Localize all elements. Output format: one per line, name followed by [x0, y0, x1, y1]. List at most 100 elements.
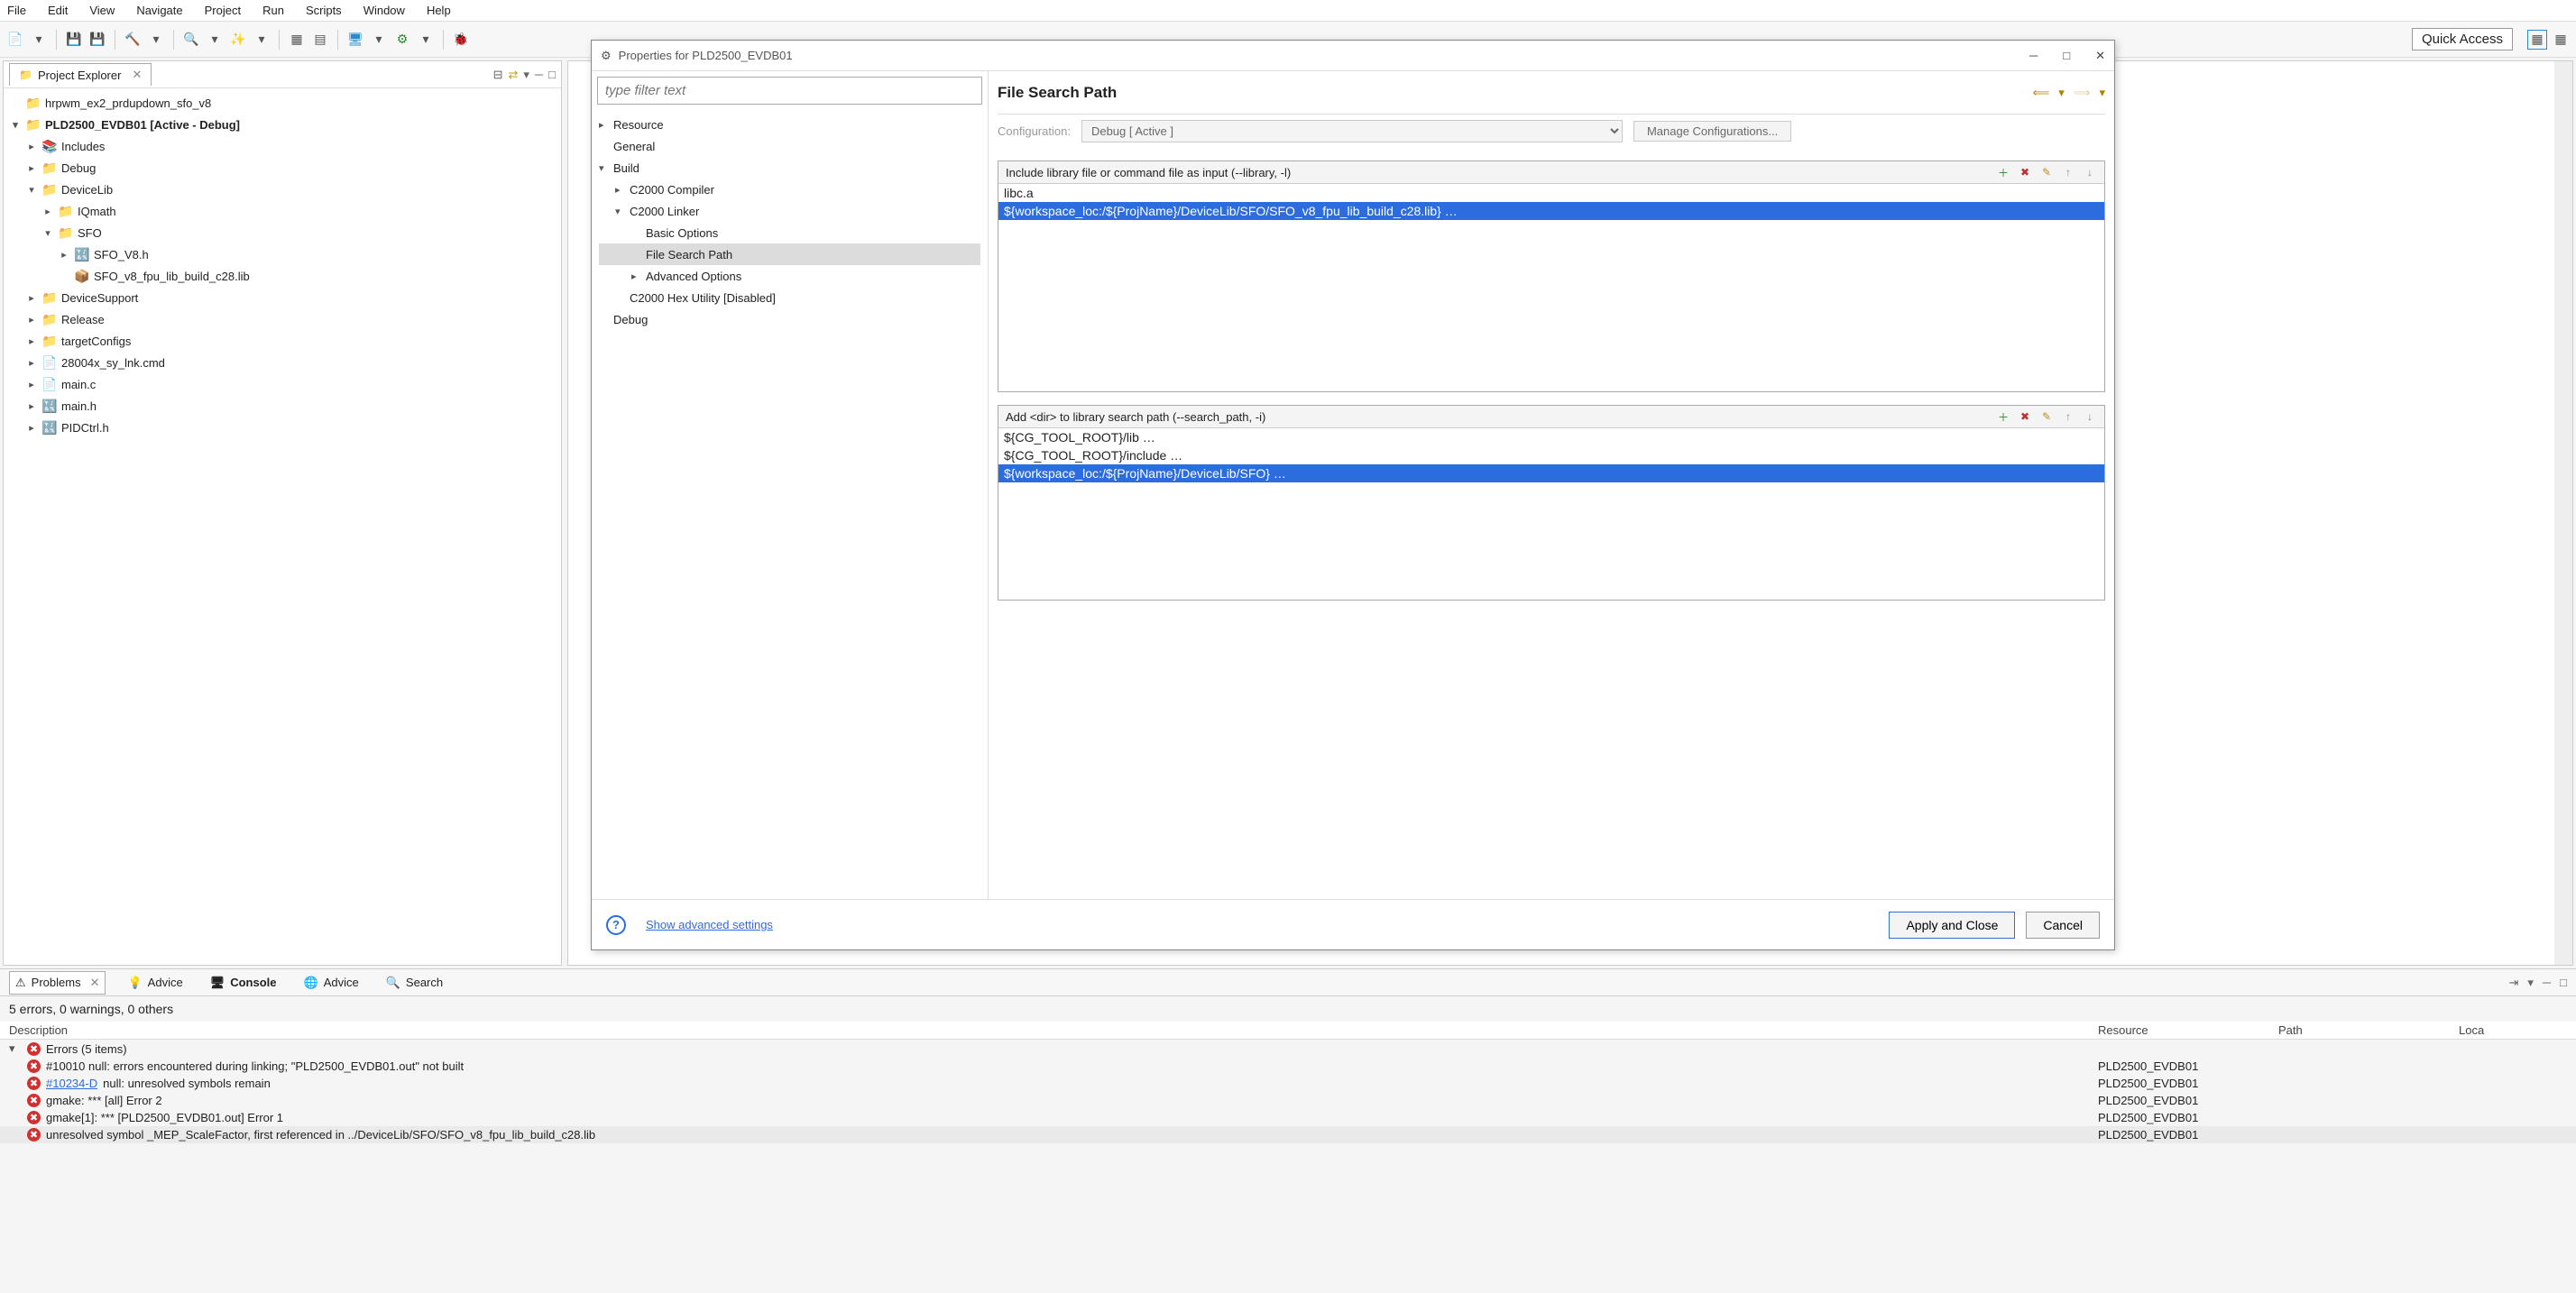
twisty-icon[interactable]: ▸	[41, 206, 54, 217]
twisty-icon[interactable]: ▸	[25, 357, 38, 369]
menu-file[interactable]: File	[4, 2, 30, 19]
tree-node[interactable]: ▸ 🔣 main.h	[9, 395, 556, 417]
col-resource[interactable]: Resource	[2098, 1023, 2278, 1037]
twisty-icon[interactable]: ▸	[25, 162, 38, 174]
menu-view[interactable]: View	[86, 2, 118, 19]
list-item[interactable]: ${CG_TOOL_ROOT}/lib …	[998, 428, 2104, 446]
twisty-icon[interactable]: ▸	[631, 271, 642, 282]
list-item[interactable]: ${workspace_loc:/${ProjName}/DeviceLib/S…	[998, 464, 2104, 482]
wand-icon[interactable]: ✨	[228, 30, 248, 50]
list-item[interactable]: ${workspace_loc:/${ProjName}/DeviceLib/S…	[998, 202, 2104, 220]
minimize-icon[interactable]: ─	[535, 68, 543, 82]
category-item[interactable]: ▸ Resource	[599, 114, 980, 135]
close-icon[interactable]: ✕	[2095, 49, 2105, 63]
filter-icon[interactable]: ⇥	[2508, 976, 2518, 990]
tab-advice[interactable]: 💡Advice	[122, 972, 188, 994]
filter-input[interactable]	[597, 77, 982, 105]
cancel-button[interactable]: Cancel	[2026, 912, 2100, 939]
category-item[interactable]: ▾ Build	[599, 157, 980, 179]
twisty-icon[interactable]: ▸	[599, 119, 610, 131]
perspective-debug-icon[interactable]: ▦	[2551, 30, 2571, 50]
dialog-titlebar[interactable]: ⚙ Properties for PLD2500_EVDB01 ─ □ ✕	[592, 41, 2114, 71]
problem-row[interactable]: ✖gmake: *** [all] Error 2PLD2500_EVDB01	[0, 1092, 2576, 1109]
tree-node[interactable]: 📁 hrpwm_ex2_prdupdown_sfo_v8	[9, 92, 556, 114]
menu-edit[interactable]: Edit	[44, 2, 71, 19]
menu-project[interactable]: Project	[201, 2, 244, 19]
delete-icon[interactable]: ✖	[2018, 409, 2032, 424]
tree-node[interactable]: ▾ 📁 DeviceLib	[9, 179, 556, 200]
quick-access-button[interactable]: Quick Access	[2412, 28, 2513, 50]
twisty-icon[interactable]: ▾	[9, 1041, 22, 1056]
twisty-icon[interactable]: ▸	[25, 141, 38, 152]
problem-row[interactable]: ✖#10234-D null: unresolved symbols remai…	[0, 1075, 2576, 1092]
close-icon[interactable]: ✕	[132, 68, 142, 82]
tab-search[interactable]: 🔍Search	[381, 972, 448, 994]
search-icon[interactable]: 🔍	[181, 30, 201, 50]
dropdown-icon[interactable]: ▾	[2058, 86, 2065, 100]
twisty-icon[interactable]: ▾	[599, 162, 610, 174]
view-menu-icon[interactable]: ▾	[2527, 976, 2534, 990]
project-tree[interactable]: 📁 hrpwm_ex2_prdupdown_sfo_v8▾ 📁 PLD2500_…	[4, 88, 561, 965]
menu-help[interactable]: Help	[423, 2, 455, 19]
tree-node[interactable]: ▾ 📁 PLD2500_EVDB01 [Active - Debug]	[9, 114, 556, 135]
move-up-icon[interactable]: ↑	[2061, 409, 2075, 424]
add-icon[interactable]: ＋	[1996, 409, 2010, 424]
problem-row[interactable]: ▾✖Errors (5 items)	[0, 1040, 2576, 1058]
category-item[interactable]: General	[599, 135, 980, 157]
error-code-link[interactable]: #10234-D	[46, 1077, 97, 1090]
vertical-scrollbar[interactable]	[2554, 61, 2572, 965]
dropdown-icon[interactable]: ▾	[369, 30, 389, 50]
problem-row[interactable]: ✖#10010 null: errors encountered during …	[0, 1058, 2576, 1075]
twisty-icon[interactable]: ▸	[25, 314, 38, 326]
debug-icon[interactable]: 🐞	[451, 30, 471, 50]
tree-node[interactable]: ▸ 🔣 SFO_V8.h	[9, 243, 556, 265]
move-down-icon[interactable]: ↓	[2083, 409, 2097, 424]
tree-node[interactable]: ▸ 📁 Release	[9, 308, 556, 330]
project-explorer-tab[interactable]: 📁 Project Explorer ✕ ⊟ ⇄ ▾ ─ □	[4, 61, 561, 88]
tree-node[interactable]: 📦 SFO_v8_fpu_lib_build_c28.lib	[9, 265, 556, 287]
forward-icon[interactable]: ⟹	[2074, 86, 2091, 100]
add-icon[interactable]: ＋	[1996, 165, 2010, 179]
toggle-icon[interactable]: ▤	[310, 30, 330, 50]
twisty-icon[interactable]: ▸	[615, 184, 626, 196]
col-path[interactable]: Path	[2278, 1023, 2459, 1037]
list-item[interactable]: libc.a	[998, 184, 2104, 202]
toggle-icon[interactable]: ▦	[287, 30, 307, 50]
manage-configurations-button[interactable]: Manage Configurations...	[1633, 121, 1791, 142]
maximize-icon[interactable]: □	[2063, 49, 2070, 63]
perspective-ccs-icon[interactable]: ▦	[2527, 30, 2547, 50]
maximize-icon[interactable]: □	[548, 68, 556, 82]
category-tree[interactable]: ▸ Resource General▾ Build▸ C2000 Compile…	[592, 110, 988, 899]
twisty-icon[interactable]: ▾	[9, 119, 22, 131]
tab-console[interactable]: 🖥Console	[205, 972, 282, 994]
category-item[interactable]: ▸ Advanced Options	[599, 265, 980, 287]
dropdown-icon[interactable]: ▾	[29, 30, 49, 50]
move-up-icon[interactable]: ↑	[2061, 165, 2075, 179]
problem-row[interactable]: ✖gmake[1]: *** [PLD2500_EVDB01.out] Erro…	[0, 1109, 2576, 1126]
dropdown-icon[interactable]: ▾	[252, 30, 271, 50]
move-down-icon[interactable]: ↓	[2083, 165, 2097, 179]
help-icon[interactable]: ?	[606, 915, 626, 935]
tree-node[interactable]: ▸ 📄 main.c	[9, 373, 556, 395]
dropdown-icon[interactable]: ▾	[2099, 86, 2105, 100]
menu-scripts[interactable]: Scripts	[302, 2, 345, 19]
close-icon[interactable]: ✕	[90, 976, 100, 990]
twisty-icon[interactable]: ▸	[25, 335, 38, 347]
problem-row[interactable]: ✖unresolved symbol _MEP_ScaleFactor, fir…	[0, 1126, 2576, 1143]
delete-icon[interactable]: ✖	[2018, 165, 2032, 179]
link-editor-icon[interactable]: ⇄	[508, 68, 518, 82]
category-item[interactable]: C2000 Hex Utility [Disabled]	[599, 287, 980, 308]
tab-advice[interactable]: 🌐Advice	[299, 972, 364, 994]
category-item[interactable]: Basic Options	[599, 222, 980, 243]
collapse-all-icon[interactable]: ⊟	[493, 68, 503, 82]
tree-node[interactable]: ▾ 📁 SFO	[9, 222, 556, 243]
dropdown-icon[interactable]: ▾	[205, 30, 225, 50]
tab-problems[interactable]: ⚠Problems✕	[9, 971, 106, 995]
monitor-icon[interactable]: 🖥	[345, 30, 365, 50]
apply-close-button[interactable]: Apply and Close	[1889, 912, 2015, 939]
problems-table[interactable]: Description Resource Path Loca ▾✖Errors …	[0, 1022, 2576, 1293]
gear-icon[interactable]: ⚙	[392, 30, 412, 50]
library-files-list[interactable]: libc.a${workspace_loc:/${ProjName}/Devic…	[998, 184, 2104, 391]
category-item[interactable]: Debug	[599, 308, 980, 330]
col-location[interactable]: Loca	[2459, 1023, 2567, 1037]
